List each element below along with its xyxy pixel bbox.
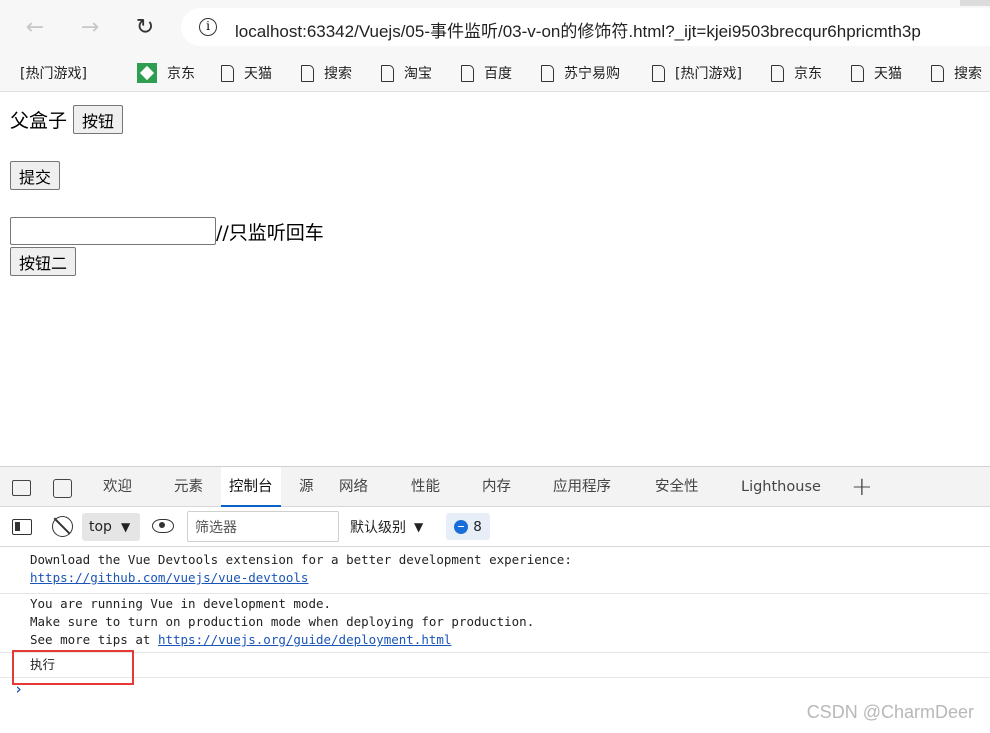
tab-welcome[interactable]: 欢迎: [103, 467, 132, 507]
inspect-element-icon[interactable]: [12, 480, 31, 496]
address-bar[interactable]: i localhost:63342/Vuejs/05-事件监听/03-v-on的…: [181, 8, 990, 46]
bookmark-item[interactable]: 京东: [137, 60, 195, 86]
console-log-text: 执行: [30, 657, 56, 672]
tab-console[interactable]: 控制台: [221, 467, 281, 507]
bookmark-item[interactable]: [热门游戏]: [20, 60, 87, 86]
bookmark-item[interactable]: [热门游戏]: [652, 60, 742, 86]
console-text: See more tips at: [30, 632, 158, 647]
document-icon: [851, 64, 864, 82]
tab-lighthouse[interactable]: Lighthouse: [741, 467, 821, 507]
bookmark-label: 天猫: [244, 66, 272, 82]
bookmark-label: [热门游戏]: [20, 66, 87, 82]
bookmark-item[interactable]: 苏宁易购: [541, 60, 620, 86]
url-text[interactable]: localhost:63342/Vuejs/05-事件监听/03-v-on的修饰…: [235, 17, 921, 42]
watermark: CSDN @CharmDeer: [806, 702, 974, 722]
bookmark-label: 百度: [484, 66, 512, 82]
bookmark-label: 搜索: [954, 66, 982, 82]
deployment-link[interactable]: https://vuejs.org/guide/deployment.html: [158, 632, 452, 647]
reload-icon[interactable]: ↻: [130, 12, 160, 42]
issues-count: 8: [473, 518, 482, 535]
context-selector[interactable]: top ▼: [82, 513, 140, 541]
console-message: You are running Vue in development mode.…: [0, 595, 990, 653]
console-message: Download the Vue Devtools extension for …: [0, 551, 990, 594]
bookmark-item[interactable]: 天猫: [851, 60, 902, 86]
console-text: Download the Vue Devtools extension for …: [30, 552, 572, 567]
document-icon: [541, 64, 554, 82]
bookmarks-bar: [热门游戏] 京东 天猫 搜索 淘宝 百度 苏宁易购 [热门游戏] 京东 天猫 …: [0, 54, 990, 92]
document-icon: [301, 64, 314, 82]
submit-button[interactable]: 提交: [10, 161, 61, 190]
more-tools-plus-icon[interactable]: +: [851, 472, 873, 502]
caret-down-icon: ▼: [414, 520, 424, 534]
document-icon: [221, 64, 234, 82]
message-bubble-icon: [454, 519, 469, 534]
bookmark-item[interactable]: 搜索: [301, 60, 352, 86]
tab-memory[interactable]: 内存: [482, 467, 511, 507]
info-icon[interactable]: i: [199, 18, 217, 36]
devtools-panel: 欢迎 元素 控制台 源 网络 性能 内存 应用程序 安全性 Lighthouse…: [0, 466, 990, 732]
parent-button[interactable]: 按钮: [73, 105, 124, 134]
bookmark-label: [热门游戏]: [675, 66, 742, 82]
bookmark-item[interactable]: 搜索: [931, 60, 982, 86]
console-filter-input[interactable]: [187, 511, 339, 542]
keyup-input-row: //只监听回车: [10, 217, 324, 245]
console-text: Make sure to turn on production mode whe…: [30, 614, 535, 629]
bookmark-label: 搜索: [324, 66, 352, 82]
input-hint-text: //只监听回车: [216, 221, 324, 244]
clear-console-icon[interactable]: [52, 516, 73, 537]
browser-toolbar: ← → ↻ i localhost:63342/Vuejs/05-事件监听/03…: [0, 0, 990, 54]
document-icon: [771, 64, 784, 82]
tab-elements[interactable]: 元素: [174, 467, 203, 507]
tab-sources[interactable]: 源: [299, 467, 314, 507]
bookmark-label: 苏宁易购: [564, 66, 620, 82]
tab-performance[interactable]: 性能: [411, 467, 440, 507]
caret-down-icon: ▼: [120, 520, 131, 534]
bookmark-label: 京东: [167, 66, 195, 82]
bookmark-item[interactable]: 天猫: [221, 60, 272, 86]
bookmark-item[interactable]: 百度: [461, 60, 512, 86]
tab-network[interactable]: 网络: [339, 467, 368, 507]
document-icon: [461, 64, 474, 82]
document-icon: [381, 64, 394, 82]
console-text: You are running Vue in development mode.: [30, 596, 332, 611]
document-icon: [652, 64, 665, 82]
bookmark-label: 淘宝: [404, 66, 432, 82]
log-level-dropdown[interactable]: 默认级别 ▼: [350, 517, 423, 537]
bookmark-item[interactable]: 京东: [771, 60, 822, 86]
parent-box-label: 父盒子: [10, 110, 68, 132]
devtools-link[interactable]: https://github.com/vuejs/vue-devtools: [30, 570, 308, 585]
jd-icon: [137, 63, 157, 83]
context-label: top: [89, 519, 112, 535]
highlight-box: [12, 650, 134, 685]
console-sidebar-icon[interactable]: [12, 519, 32, 535]
bookmark-item[interactable]: 淘宝: [381, 60, 432, 86]
tab-strip-edge: [960, 0, 990, 6]
button-two[interactable]: 按钮二: [10, 247, 77, 276]
page-content: 父盒子 按钮 提交 //只监听回车 按钮二: [0, 93, 990, 465]
back-arrow-icon[interactable]: ←: [20, 12, 50, 42]
issues-badge[interactable]: 8: [446, 513, 490, 540]
console-toolbar: top ▼ 默认级别 ▼ 8: [0, 507, 990, 547]
parent-box[interactable]: 父盒子 按钮: [10, 105, 124, 134]
tab-application[interactable]: 应用程序: [553, 467, 611, 507]
tab-security[interactable]: 安全性: [655, 467, 699, 507]
console-log-entry: 执行: [0, 654, 990, 678]
keyup-enter-input[interactable]: [10, 217, 216, 245]
bookmark-label: 京东: [794, 66, 822, 82]
live-expression-eye-icon[interactable]: [152, 519, 174, 533]
bookmark-label: 天猫: [874, 66, 902, 82]
log-level-label: 默认级别: [350, 520, 406, 536]
document-icon: [931, 64, 944, 82]
devtools-tab-bar: 欢迎 元素 控制台 源 网络 性能 内存 应用程序 安全性 Lighthouse…: [0, 467, 990, 507]
forward-arrow-icon[interactable]: →: [75, 12, 105, 42]
device-emulation-icon[interactable]: [53, 479, 72, 498]
